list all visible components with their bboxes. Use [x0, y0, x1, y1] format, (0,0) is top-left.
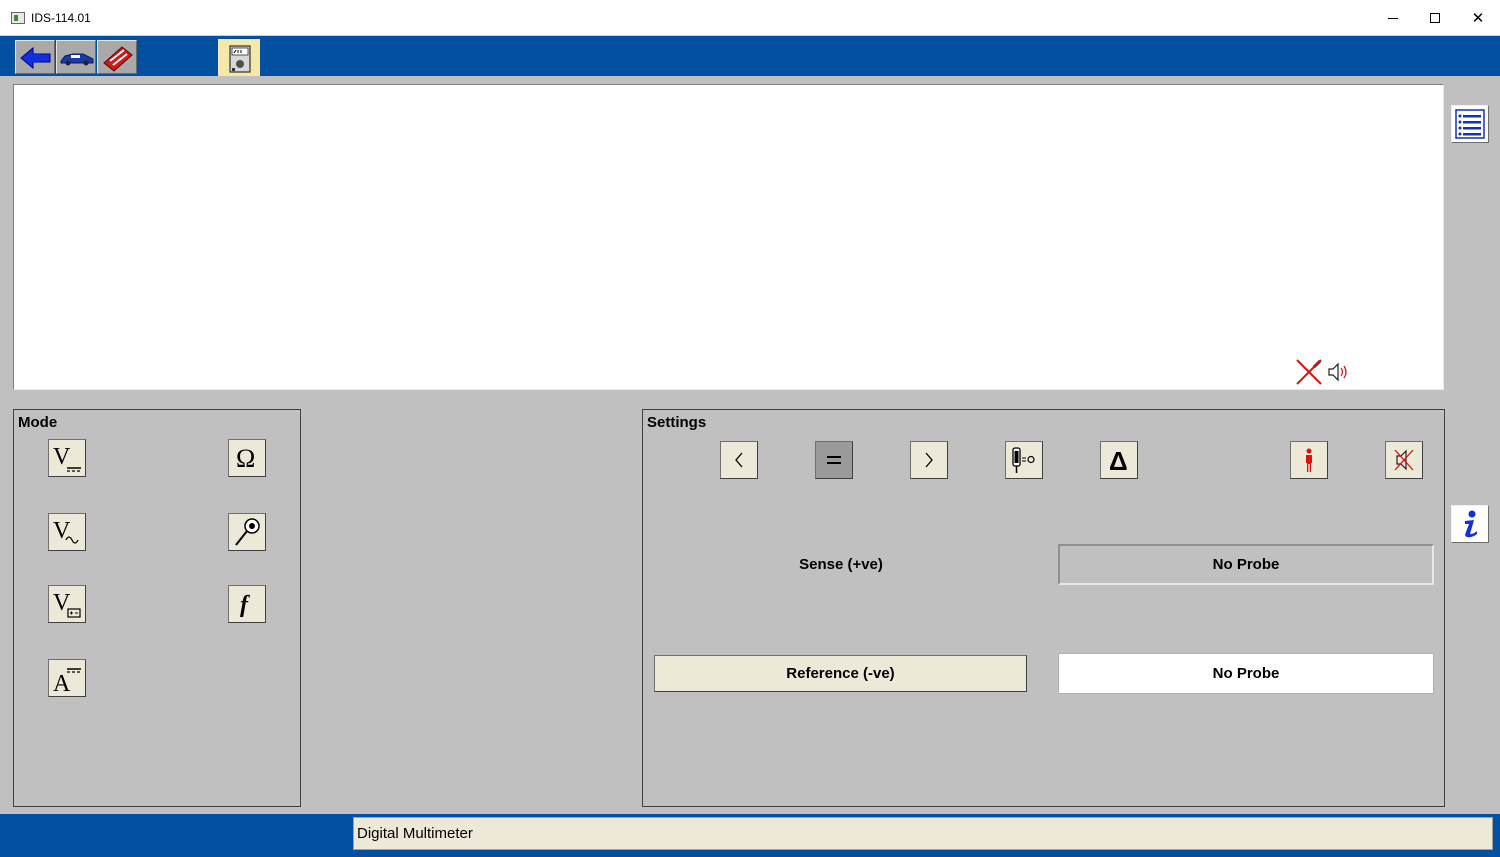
dc-voltage-icon: V: [53, 444, 81, 472]
multimeter-tab-button[interactable]: [218, 39, 260, 76]
svg-text:Ω: Ω: [236, 444, 255, 473]
vehicle-button[interactable]: [56, 40, 96, 74]
safety-person-button[interactable]: [1290, 441, 1328, 479]
probe-continuity-icon: [235, 518, 260, 546]
equals-icon: [827, 456, 841, 464]
window-title: IDS-114.01: [31, 11, 91, 25]
diode-continuity-button[interactable]: [228, 513, 266, 551]
mode-panel-title: Mode: [18, 414, 58, 431]
back-button[interactable]: [15, 40, 55, 74]
toolbar: [0, 36, 1500, 76]
status-text: Digital Multimeter: [353, 817, 1493, 850]
menu-list-button[interactable]: [1451, 105, 1489, 143]
reference-probe-field[interactable]: No Probe: [1058, 653, 1434, 694]
mute-button[interactable]: [1385, 441, 1423, 479]
minimize-icon: [1388, 17, 1398, 19]
ac-voltage-icon: V: [53, 518, 79, 544]
multimeter-icon: [229, 45, 251, 73]
main-frame: Mode V Ω V V f A Settings Δ Sense (+ve) …: [0, 36, 1500, 857]
status-bar: Digital Multimeter: [351, 814, 1500, 857]
maximize-button[interactable]: [1413, 0, 1457, 36]
settings-panel-title: Settings: [647, 414, 707, 431]
settings-panel: Settings Δ Sense (+ve) No Probe Referenc…: [642, 409, 1445, 807]
svg-text:V: V: [53, 444, 71, 470]
relative-delta-button[interactable]: Δ: [1100, 441, 1138, 479]
chevron-right-icon: [925, 452, 933, 468]
ac-voltage-button[interactable]: V: [48, 513, 86, 551]
mode-panel: Mode V Ω V V f A: [13, 409, 301, 807]
minimize-button[interactable]: [1371, 0, 1415, 36]
battery-voltage-icon: V: [53, 590, 81, 618]
close-icon: ✕: [1471, 10, 1485, 27]
title-bar: IDS-114.01 ✕: [0, 0, 1500, 36]
sense-probe-field[interactable]: No Probe: [1058, 544, 1434, 585]
info-button[interactable]: [1451, 505, 1489, 543]
range-up-button[interactable]: [910, 441, 948, 479]
probe-zero-icon: [1012, 447, 1035, 473]
status-bar-left: [0, 814, 351, 857]
close-button[interactable]: ✕: [1456, 0, 1500, 36]
list-icon: [1455, 109, 1485, 139]
svg-text:V: V: [53, 518, 71, 544]
probe-disconnected-icon: [1296, 359, 1322, 385]
info-icon: [1465, 510, 1477, 538]
chevron-left-icon: [735, 452, 743, 468]
dc-current-button[interactable]: A: [48, 659, 86, 697]
frequency-button[interactable]: f: [228, 585, 266, 623]
probe-zero-button[interactable]: [1005, 441, 1043, 479]
delta-icon: Δ: [1109, 446, 1128, 476]
person-icon: [1306, 448, 1312, 472]
dc-current-icon: A: [53, 668, 81, 696]
sense-label: Sense (+ve): [799, 556, 883, 573]
reference-button[interactable]: Reference (-ve): [654, 655, 1027, 692]
resistance-button[interactable]: Ω: [228, 439, 266, 477]
app-icon: [11, 12, 25, 24]
maximize-icon: [1430, 13, 1440, 23]
speaker-icon: [1328, 362, 1347, 382]
frequency-icon: f: [240, 592, 250, 618]
mute-speaker-icon: [1394, 449, 1414, 471]
auto-range-button[interactable]: [815, 441, 853, 479]
back-arrow-icon: [20, 46, 51, 70]
svg-text:Δ: Δ: [1109, 446, 1128, 476]
toolbox-button[interactable]: [97, 40, 137, 74]
dc-voltage-button[interactable]: V: [48, 439, 86, 477]
range-down-button[interactable]: [720, 441, 758, 479]
meter-display: [13, 84, 1444, 390]
svg-text:f: f: [240, 592, 250, 618]
battery-voltage-button[interactable]: V: [48, 585, 86, 623]
svg-text:A: A: [53, 671, 71, 696]
vehicle-icon: [60, 53, 94, 66]
ohm-icon: Ω: [236, 444, 255, 473]
toolbox-icon: [103, 46, 133, 72]
